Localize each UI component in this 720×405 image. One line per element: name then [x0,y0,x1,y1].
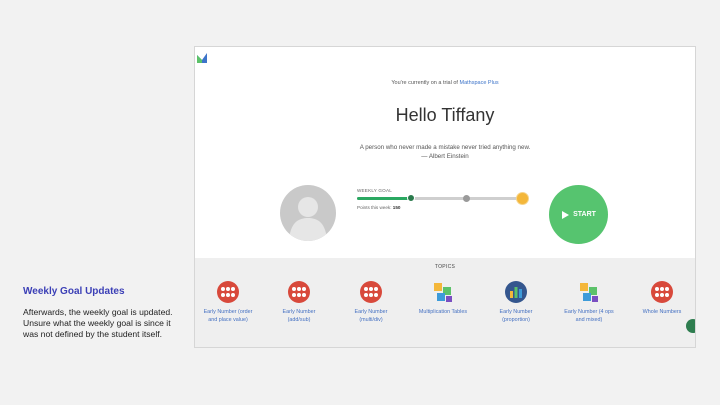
greeting-heading: Hello Tiffany [395,105,495,125]
topic-label: Early Number (4 ops and mixed) [558,308,620,324]
points-this-week: Points this week: 150 [357,205,400,210]
topic-label-line1: Early Number (4 ops [564,309,614,315]
scroll-right-button[interactable] [686,319,695,333]
topic-item[interactable]: Early Number (4 ops and mixed) [558,281,620,324]
abacus-icon [288,281,310,303]
topics-section: TOPICS Early Number (order and place valu… [195,258,695,347]
topic-label: Early Number (proportion) [485,308,547,324]
topic-label: Early Number (add/sub) [268,308,330,324]
progress-marker [407,194,415,202]
note-body: Afterwards, the weekly goal is updated. … [23,307,173,339]
topic-label: Early Number (multi/div) [340,308,402,324]
abacus-icon [651,281,673,303]
topic-label-line2: and mixed) [575,317,603,323]
quote-text: A person who never made a mistake never … [359,144,531,151]
start-button[interactable]: START [549,185,608,244]
trial-banner: You're currently on a trial of Mathspace… [195,80,695,86]
topic-label: Early Number (order and place value) [197,308,259,324]
topics-title: TOPICS [434,264,456,270]
play-icon [562,210,570,219]
quote-author: — Albert Einstein [421,153,469,160]
topic-label-line2: (proportion) [502,317,530,323]
topic-item[interactable]: Whole Numbers [631,281,693,316]
mathspace-logo-icon [197,53,207,63]
app-screenshot: You're currently on a trial of Mathspace… [194,46,696,348]
weekly-goal-progress [357,194,522,202]
topic-label-line2: (add/sub) [287,317,311,323]
topic-label-line1: Early Number [354,309,388,315]
bar-chart-icon [505,281,527,303]
trial-text: You're currently on a trial of [391,80,458,86]
quote: A person who never made a mistake never … [195,143,695,161]
topic-label: Whole Numbers [631,308,693,316]
points-label: Points this week: [357,205,392,210]
topic-label: Multiplication Tables [412,308,474,316]
topic-label-line1: Early Number [282,309,316,315]
topic-item[interactable]: Early Number (multi/div) [340,281,402,324]
topic-item[interactable]: Multiplication Tables [412,281,474,316]
topic-label-line1: Whole Numbers [642,309,682,315]
topic-item[interactable]: Early Number (proportion) [485,281,547,324]
trophy-icon [516,192,529,205]
topic-label-line1: Early Number [499,309,533,315]
milestone-marker [463,195,470,202]
number-blocks-icon [578,281,600,303]
points-value: 150 [392,205,401,210]
topic-label-line1: Multiplication Tables [418,309,468,315]
start-label: START [573,211,596,218]
abacus-icon [217,281,239,303]
note-title: Weekly Goal Updates [23,286,125,297]
topic-label-line2: (multi/div) [359,317,383,323]
topic-label-line2: and place value) [208,317,248,323]
topic-label-line1: Early Number (order [203,309,253,315]
progress-fill [357,197,411,200]
topic-item[interactable]: Early Number (order and place value) [197,281,259,324]
avatar[interactable] [280,185,336,241]
topic-item[interactable]: Early Number (add/sub) [268,281,330,324]
weekly-goal-label: WEEKLY GOAL [357,188,392,193]
number-blocks-icon [432,281,454,303]
avatar-placeholder-icon [289,197,327,241]
abacus-icon [360,281,382,303]
trial-link[interactable]: Mathspace Plus [459,80,498,86]
